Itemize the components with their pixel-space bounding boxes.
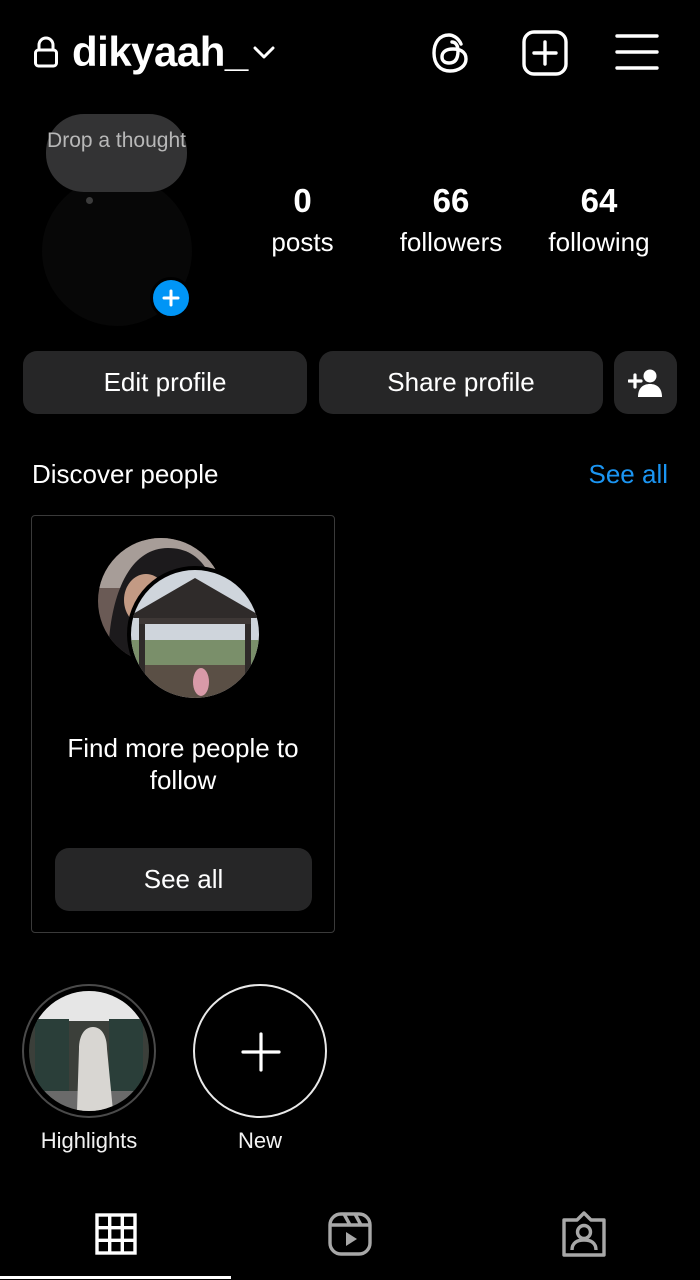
plus-icon	[162, 289, 180, 307]
following-label: following	[548, 227, 650, 257]
discover-people-button[interactable]	[614, 351, 677, 414]
posts-label: posts	[271, 227, 334, 257]
profile-tabs	[0, 1188, 700, 1280]
discover-card: Find more people to follow See all	[31, 515, 335, 933]
tagged-icon[interactable]	[560, 1210, 608, 1258]
stat-following[interactable]: 64 following	[540, 180, 658, 262]
lock-icon	[34, 36, 58, 68]
discover-people-heading: Discover people	[32, 459, 219, 489]
reels-icon[interactable]	[326, 1210, 374, 1258]
followers-count: 66	[432, 182, 470, 219]
highlight-label: Highlights	[40, 1128, 138, 1153]
threads-icon[interactable]	[428, 30, 474, 76]
add-story-button[interactable]	[150, 277, 192, 319]
profile-header: dikyaah_	[0, 0, 700, 104]
plus-icon	[241, 1032, 281, 1072]
following-count: 64	[580, 182, 618, 219]
create-post-icon[interactable]	[521, 29, 569, 77]
new-highlight-button[interactable]	[193, 984, 327, 1118]
discover-see-all-link[interactable]: See all	[589, 456, 669, 492]
grid-icon[interactable]	[92, 1210, 140, 1258]
profile-username[interactable]: dikyaah_	[72, 26, 248, 78]
edit-profile-button[interactable]: Edit profile	[23, 351, 307, 414]
active-tab-indicator	[0, 1276, 231, 1279]
stat-followers[interactable]: 66 followers	[390, 180, 512, 262]
followers-label: followers	[399, 227, 503, 257]
stat-posts[interactable]: 0 posts	[250, 180, 355, 262]
highlight-cover	[22, 984, 156, 1118]
discover-card-see-all-button[interactable]: See all	[55, 848, 312, 911]
note-bubble[interactable]: Drop a thought	[46, 114, 187, 192]
suggested-profile-photo	[127, 566, 263, 702]
posts-count: 0	[293, 182, 312, 219]
menu-icon[interactable]	[614, 31, 660, 73]
note-bubble-tail	[86, 197, 93, 204]
new-highlight-label: New	[237, 1128, 282, 1153]
chevron-down-icon[interactable]	[250, 38, 278, 66]
share-profile-button[interactable]: Share profile	[319, 351, 603, 414]
discover-card-text: Find more people to follow	[67, 733, 299, 795]
add-person-icon	[628, 369, 662, 397]
